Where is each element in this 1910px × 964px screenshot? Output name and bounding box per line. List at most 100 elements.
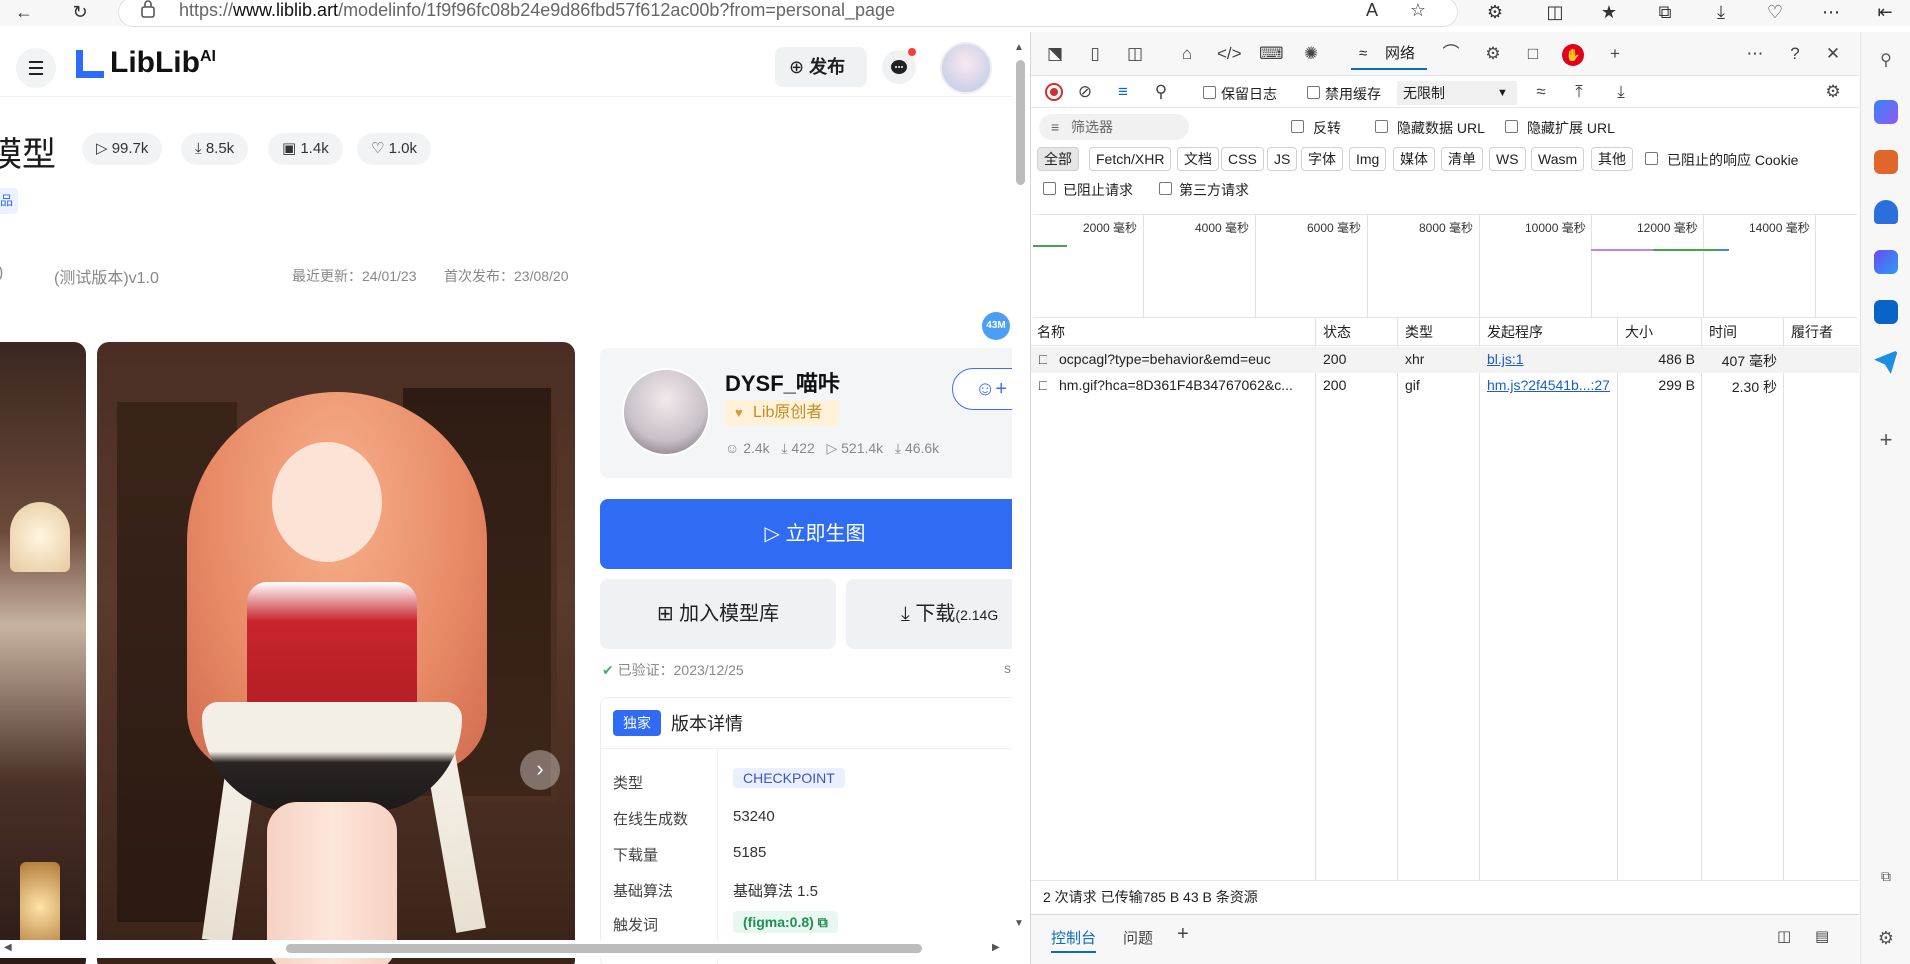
health-icon[interactable]: ♡ xyxy=(1762,1,1788,23)
tab-network[interactable]: ≈ 网络 xyxy=(1351,38,1428,70)
lock-icon[interactable] xyxy=(141,0,155,18)
column-name[interactable]: 名称 xyxy=(1031,318,1065,346)
clear-icon[interactable]: ⊘ xyxy=(1073,80,1097,104)
add-icon[interactable]: + xyxy=(1874,428,1898,452)
help-icon[interactable]: ? xyxy=(1783,42,1807,66)
read-aloud-icon[interactable]: A xyxy=(1359,0,1385,21)
site-logo[interactable]: LibLibAI xyxy=(110,46,216,80)
telegram-icon[interactable] xyxy=(1874,350,1898,374)
close-icon[interactable]: ✕ xyxy=(1821,42,1845,66)
model-tag[interactable]: 品 xyxy=(0,188,18,214)
extensions-icon[interactable]: ⚙ xyxy=(1482,1,1508,23)
disable-cache-checkbox[interactable] xyxy=(1307,86,1320,99)
hide-data-url-checkbox[interactable] xyxy=(1375,120,1388,133)
gallery-image-prev[interactable] xyxy=(0,342,86,964)
dock-drawer-icon[interactable]: ◫ xyxy=(1777,927,1791,945)
throttle-select[interactable]: 无限制 ▼ xyxy=(1397,81,1517,105)
request-initiator[interactable]: hm.js?2f4541b...:27 xyxy=(1487,377,1615,393)
elements-icon[interactable]: </> xyxy=(1217,42,1242,66)
type-filter-js[interactable]: JS xyxy=(1267,147,1298,171)
invert-checkbox[interactable] xyxy=(1291,120,1304,133)
type-filter-css[interactable]: CSS xyxy=(1221,147,1264,171)
version-prev[interactable]: ) xyxy=(0,264,3,282)
dock-icon[interactable]: ◫ xyxy=(1123,42,1147,66)
type-filter-font[interactable]: 字体 xyxy=(1301,147,1343,171)
memory-icon[interactable]: ⚙ xyxy=(1481,42,1505,66)
add-tab-icon[interactable]: + xyxy=(1603,42,1627,66)
column-status[interactable]: 状态 xyxy=(1317,318,1351,346)
author-name[interactable]: DYSF_喵咔 xyxy=(725,366,840,398)
filter-input[interactable]: ≡ 筛选器 xyxy=(1039,114,1189,140)
search-icon[interactable]: ⚲ xyxy=(1149,80,1173,104)
copy-icon[interactable]: ⧉ xyxy=(818,914,828,930)
tools-icon[interactable] xyxy=(1874,200,1898,224)
export-har-icon[interactable]: ⤓ xyxy=(1609,80,1633,104)
favorites-bar-icon[interactable]: ★ xyxy=(1596,1,1622,23)
type-filter-manifest[interactable]: 清单 xyxy=(1441,147,1483,171)
version-tab[interactable]: (测试版本)v1.0 xyxy=(54,264,159,288)
welcome-home-icon[interactable]: ⌂ xyxy=(1175,42,1199,66)
more-options-icon[interactable]: ⋯ xyxy=(1743,42,1767,66)
scroll-down-icon[interactable]: ▼ xyxy=(1014,918,1024,929)
blocked-cookies-checkbox[interactable] xyxy=(1645,152,1658,165)
type-filter-ws[interactable]: WS xyxy=(1489,147,1526,171)
type-filter-img[interactable]: Img xyxy=(1349,147,1387,171)
inspect-icon[interactable]: ⬔ xyxy=(1043,42,1067,66)
type-filter-wasm[interactable]: Wasm xyxy=(1531,147,1585,171)
back-icon[interactable]: ← xyxy=(12,1,36,23)
author-avatar[interactable] xyxy=(622,368,710,456)
settings-icon[interactable]: ⚙ xyxy=(1821,80,1845,104)
more-icon[interactable]: ⋯ xyxy=(1818,1,1844,23)
collections-icon[interactable]: ⧉ xyxy=(1652,1,1678,23)
column-size[interactable]: 大小 xyxy=(1619,318,1653,346)
application-icon[interactable]: □ xyxy=(1521,42,1545,66)
outlook-icon[interactable] xyxy=(1874,300,1898,324)
import-har-icon[interactable]: ⤒ xyxy=(1567,80,1591,104)
request-name[interactable]: ocpcagl?type=behavior&emd=euc xyxy=(1059,351,1311,367)
type-filter-doc[interactable]: 文档 xyxy=(1177,147,1219,171)
hide-ext-url-checkbox[interactable] xyxy=(1505,120,1518,133)
favorite-icon[interactable]: ☆ xyxy=(1405,0,1431,21)
network-conditions-icon[interactable]: ≈ xyxy=(1529,80,1553,104)
type-filter-fetch[interactable]: Fetch/XHR xyxy=(1089,147,1172,171)
record-button[interactable] xyxy=(1045,83,1063,101)
performance-icon[interactable]: ⌒ xyxy=(1439,42,1463,66)
downloads-icon[interactable]: ⤓ xyxy=(1708,1,1734,23)
add-library-button[interactable]: ⊞ 加入模型库 xyxy=(600,579,836,649)
split-screen-icon[interactable]: ◫ xyxy=(1542,1,1568,23)
user-avatar[interactable] xyxy=(940,42,992,94)
download-button[interactable]: ⤓ 下载(2.14G xyxy=(846,579,1030,649)
scroll-right-icon[interactable]: ▶ xyxy=(992,942,1000,953)
maximize-drawer-icon[interactable]: ▤ xyxy=(1815,927,1829,945)
games-icon[interactable] xyxy=(1874,250,1898,274)
type-filter-other[interactable]: 其他 xyxy=(1591,147,1633,171)
sidebar-toggle-icon[interactable]: ⇤ xyxy=(1872,1,1898,23)
gallery-image-main[interactable] xyxy=(97,342,575,964)
network-timeline[interactable]: 2000 毫秒 4000 毫秒 6000 毫秒 8000 毫秒 10000 毫秒… xyxy=(1033,214,1857,318)
adblock-icon[interactable]: ✋ xyxy=(1561,42,1585,66)
device-emulation-icon[interactable]: ▯ xyxy=(1083,42,1107,66)
search-icon[interactable]: ⚲ xyxy=(1874,50,1898,74)
add-drawer-tab-icon[interactable]: + xyxy=(1177,923,1189,946)
column-initiator[interactable]: 发起程序 xyxy=(1481,318,1543,346)
type-filter-media[interactable]: 媒体 xyxy=(1393,147,1435,171)
column-type[interactable]: 类型 xyxy=(1399,318,1433,346)
column-fulfilled-by[interactable]: 履行者 xyxy=(1785,318,1833,346)
column-time[interactable]: 时间 xyxy=(1703,318,1737,346)
type-filter-all[interactable]: 全部 xyxy=(1037,147,1079,171)
request-name[interactable]: hm.gif?hca=8D361F4B34767062&c... xyxy=(1059,377,1311,393)
settings-icon[interactable]: ⚙ xyxy=(1874,928,1898,952)
console-icon[interactable]: ⌨ xyxy=(1259,42,1284,66)
gallery-next-button[interactable]: › xyxy=(520,750,560,790)
tab-console[interactable]: 控制台 xyxy=(1051,927,1097,953)
tab-issues[interactable]: 问题 xyxy=(1123,927,1153,948)
generate-button[interactable]: ▷ 立即生图 xyxy=(600,499,1030,569)
address-bar[interactable]: https://www.liblib.art/modelinfo/1f9f96f… xyxy=(118,0,1458,27)
scroll-up-icon[interactable]: ▲ xyxy=(1014,42,1024,53)
screenshot-icon[interactable]: ⧉ xyxy=(1874,868,1898,892)
preserve-log-checkbox[interactable] xyxy=(1203,86,1216,99)
refresh-icon[interactable]: ↻ xyxy=(68,1,92,23)
copilot-icon[interactable] xyxy=(1874,100,1898,124)
request-initiator[interactable]: bl.js:1 xyxy=(1487,351,1524,367)
shopping-icon[interactable] xyxy=(1874,150,1898,174)
